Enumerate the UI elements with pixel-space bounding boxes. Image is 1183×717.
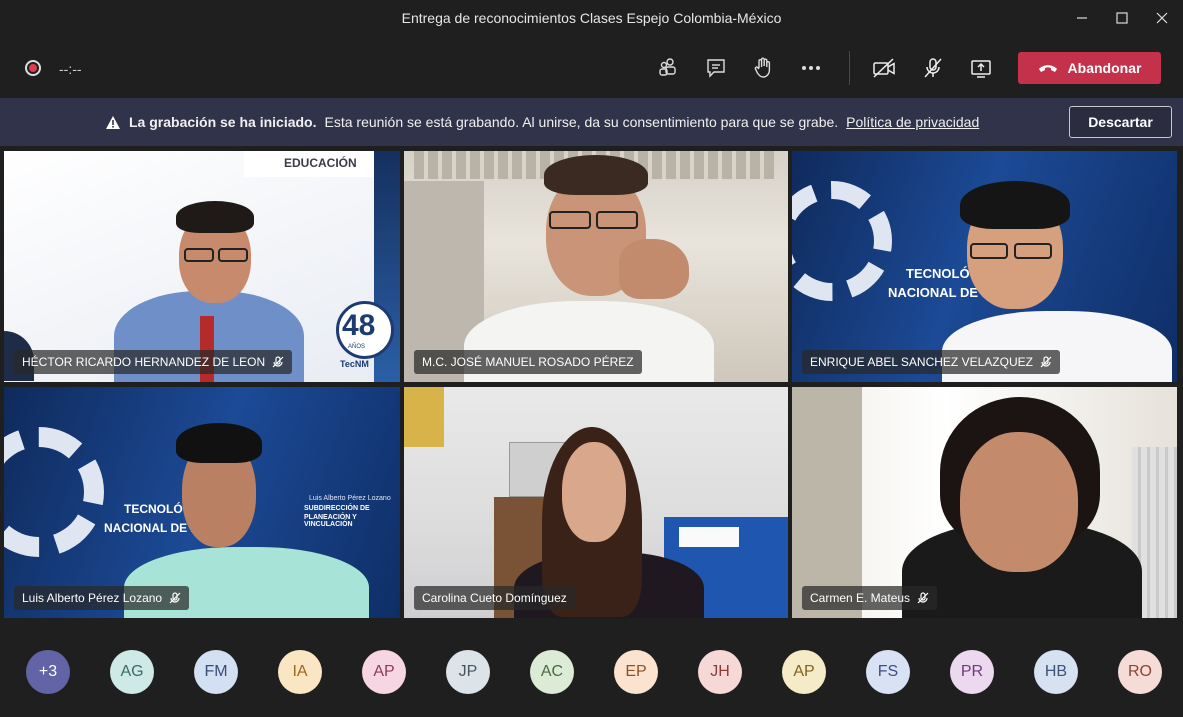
avatar[interactable]: PR [950, 650, 994, 694]
participant-name: M.C. JOSÉ MANUEL ROSADO PÉREZ [422, 355, 634, 369]
avatar[interactable]: AP [782, 650, 826, 694]
video-feed: TECNOLÓGIC NACIONAL DE MÉ Luis Alberto P… [4, 387, 400, 618]
maximize-button[interactable] [1110, 6, 1134, 30]
privacy-policy-link[interactable]: Política de privacidad [846, 114, 979, 130]
title-bar: Entrega de reconocimientos Clases Espejo… [0, 0, 1183, 36]
video-tile[interactable]: Carmen E. Mateus [792, 387, 1177, 618]
video-tile[interactable]: Carolina Cueto Domínguez [404, 387, 788, 618]
participant-name: Luis Alberto Pérez Lozano [22, 591, 163, 605]
video-tile[interactable]: EDUCACIÓN 48 AÑOS TecNM HÉCTOR RICARDO H… [4, 151, 400, 382]
more-icon [802, 66, 820, 70]
participant-name: HÉCTOR RICARDO HERNANDEZ DE LEON [22, 355, 266, 369]
participant-name: Carmen E. Mateus [810, 591, 911, 605]
maximize-icon [1116, 12, 1128, 24]
recording-message: La grabación se ha iniciado. Esta reunió… [105, 114, 979, 130]
participant-name-tag: HÉCTOR RICARDO HERNANDEZ DE LEON [14, 350, 293, 374]
participant-name-tag: ENRIQUE ABEL SANCHEZ VELAZQUEZ [802, 350, 1060, 374]
avatar[interactable]: EP [614, 650, 658, 694]
video-feed [404, 387, 788, 618]
participant-name-tag: Carolina Cueto Domínguez [414, 586, 575, 610]
participant-name-tag: M.C. JOSÉ MANUEL ROSADO PÉREZ [414, 350, 642, 374]
gear-logo-icon [792, 181, 892, 301]
toolbar-divider [849, 51, 850, 85]
recording-indicator-icon [25, 60, 41, 76]
avatar[interactable]: AG [110, 650, 154, 694]
microphone-muted-icon [1040, 356, 1052, 368]
dismiss-button[interactable]: Descartar [1069, 106, 1172, 138]
camera-toggle-button[interactable] [871, 55, 897, 81]
avatar[interactable]: AC [530, 650, 574, 694]
overflow-participants-avatar[interactable]: +3 [26, 650, 70, 694]
video-feed [404, 151, 788, 382]
avatar[interactable]: RO [1118, 650, 1162, 694]
leave-meeting-button[interactable]: Abandonar [1018, 52, 1161, 84]
video-tile[interactable]: M.C. JOSÉ MANUEL ROSADO PÉREZ [404, 151, 788, 382]
meeting-timer: --:-- [59, 61, 82, 77]
close-icon [1156, 12, 1168, 24]
recording-consent-text: Esta reunión se está grabando. Al unirse… [324, 114, 839, 130]
window-title: Entrega de reconocimientos Clases Espejo… [401, 10, 782, 26]
participant-name-tag: Luis Alberto Pérez Lozano [14, 586, 190, 610]
avatar[interactable]: AP [362, 650, 406, 694]
meeting-toolbar: --:-- Abandonar [0, 36, 1183, 98]
video-feed: TECNOLÓGICO NACIONAL DE MÉ [792, 151, 1177, 382]
participants-button[interactable] [655, 55, 681, 81]
minimize-icon [1077, 17, 1087, 19]
microphone-muted-icon [917, 592, 929, 604]
minimize-button[interactable] [1070, 6, 1094, 30]
avatar[interactable]: JP [446, 650, 490, 694]
close-button[interactable] [1150, 6, 1174, 30]
video-tile[interactable]: TECNOLÓGICO NACIONAL DE MÉ ENRIQUE ABEL … [792, 151, 1177, 382]
avatar[interactable]: IA [278, 650, 322, 694]
microphone-muted-icon [272, 356, 284, 368]
chat-button[interactable] [703, 55, 729, 81]
avatar[interactable]: FS [866, 650, 910, 694]
participant-name: Carolina Cueto Domínguez [422, 591, 567, 605]
video-tile[interactable]: TECNOLÓGIC NACIONAL DE MÉ Luis Alberto P… [4, 387, 400, 618]
recording-banner: La grabación se ha iniciado. Esta reunió… [0, 98, 1183, 146]
raise-hand-button[interactable] [750, 55, 776, 81]
avatar[interactable]: FM [194, 650, 238, 694]
gear-logo-icon [4, 427, 104, 557]
recording-started-text: La grabación se ha iniciado. [129, 114, 317, 130]
video-feed [792, 387, 1177, 618]
more-options-button[interactable] [798, 55, 824, 81]
hand-icon [754, 57, 771, 78]
share-screen-button[interactable] [968, 55, 994, 81]
camera-off-icon [873, 58, 895, 78]
leave-meeting-label: Abandonar [1067, 60, 1142, 76]
warning-icon [106, 115, 120, 129]
avatar[interactable]: JH [698, 650, 742, 694]
hang-up-icon [1038, 65, 1057, 72]
share-screen-icon [971, 60, 991, 78]
participant-name: ENRIQUE ABEL SANCHEZ VELAZQUEZ [810, 355, 1033, 369]
microphone-muted-icon [169, 592, 181, 604]
people-icon [659, 58, 676, 76]
avatar[interactable]: HB [1034, 650, 1078, 694]
background-logo-text: EDUCACIÓN [284, 156, 357, 170]
video-feed: EDUCACIÓN 48 AÑOS TecNM [4, 151, 400, 382]
participant-name-tag: Carmen E. Mateus [802, 586, 938, 610]
wall-poster [404, 387, 444, 447]
participant-avatar-row: +3 AG FM IA AP JP AC EP JH AP FS PR HB R… [0, 622, 1183, 717]
microphone-off-icon [924, 58, 942, 78]
microphone-toggle-button[interactable] [920, 55, 946, 81]
hand-on-chin [619, 239, 689, 299]
chat-icon [707, 59, 725, 78]
